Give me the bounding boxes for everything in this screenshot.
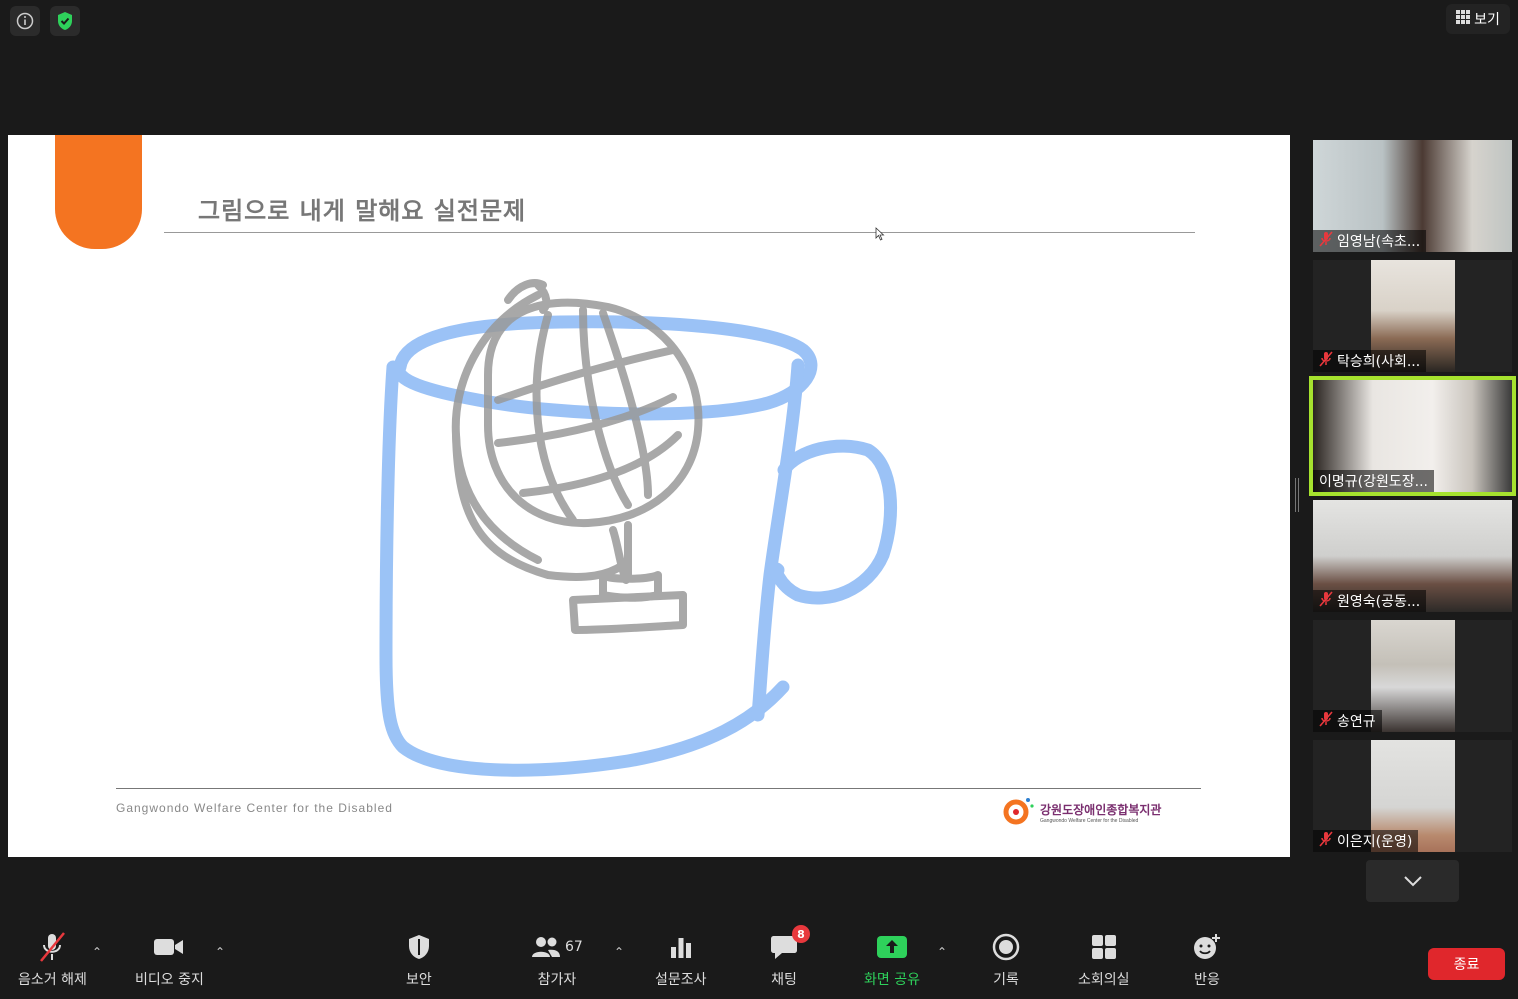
globe-drawing — [451, 279, 703, 634]
participant-name-bar: 이은지(운영) — [1313, 830, 1419, 852]
bar-chart-icon — [669, 931, 693, 963]
record-button[interactable]: 기록 — [992, 931, 1020, 989]
muted-mic-icon — [1319, 351, 1333, 371]
breakout-rooms-button[interactable]: 소회의실 — [1078, 931, 1130, 989]
breakout-rooms-icon — [1091, 931, 1117, 963]
polls-label: 설문조사 — [655, 972, 707, 988]
video-options-caret-icon[interactable]: ⌃ — [215, 945, 225, 959]
unmute-button[interactable]: 음소거 해제 — [18, 931, 87, 989]
participants-scroll-down-button[interactable] — [1366, 860, 1459, 902]
annotation-drawing — [379, 279, 897, 777]
share-screen-icon — [876, 931, 908, 963]
zoom-meeting-window: 보기 그림으로 내게 말해요 실전문제 Gangwondo Welfare Ce… — [0, 0, 1518, 999]
stop-video-button[interactable]: 비디오 중지 — [135, 931, 204, 989]
slide-footer-text: Gangwondo Welfare Center for the Disable… — [116, 801, 393, 815]
share-screen-button[interactable]: 화면 공유 — [864, 931, 920, 989]
participant-tile[interactable]: 이은지(운영) — [1313, 740, 1512, 852]
view-label: 보기 — [1474, 12, 1500, 28]
share-options-caret-icon[interactable]: ⌃ — [937, 945, 947, 959]
meeting-toolbar: 음소거 해제 ⌃ 비디오 중지 ⌃ 보안 67 참가자 ⌃ 설문조사 8 채팅 … — [0, 921, 1518, 999]
record-icon — [992, 931, 1020, 963]
participants-button[interactable]: 67 참가자 — [531, 931, 583, 989]
chat-button[interactable]: 8 채팅 — [770, 925, 810, 989]
welfare-center-logo: 강원도장애인종합복지관 Gangwondo Welfare Center for… — [1002, 795, 1161, 829]
slide-footer-divider — [116, 788, 1201, 789]
logo-mark-icon — [1002, 795, 1036, 829]
smiley-add-icon — [1192, 931, 1222, 963]
participants-count: 67 — [565, 939, 583, 955]
unmute-label: 음소거 해제 — [18, 972, 87, 988]
chevron-down-icon — [1403, 872, 1423, 891]
participant-tile[interactable]: 임영남(속초... — [1313, 140, 1512, 252]
record-label: 기록 — [993, 972, 1019, 988]
audio-options-caret-icon[interactable]: ⌃ — [92, 945, 102, 959]
logo-subtext: Gangwondo Welfare Center for the Disable… — [1040, 817, 1139, 824]
share-screen-label: 화면 공유 — [864, 972, 920, 988]
polls-button[interactable]: 설문조사 — [655, 931, 707, 989]
video-camera-icon — [153, 931, 185, 963]
participant-video — [1371, 620, 1455, 732]
participant-tile-active-speaker[interactable]: 이명규(강원도장... — [1309, 376, 1516, 496]
participant-tile[interactable]: 원영숙(공동... — [1313, 500, 1512, 612]
muted-mic-icon — [1319, 591, 1333, 611]
participant-tile[interactable]: 탁승희(사회... — [1313, 260, 1512, 372]
muted-mic-icon — [1319, 231, 1333, 251]
security-shield-icon — [407, 931, 431, 963]
participant-name: 임영남(속초... — [1337, 234, 1421, 250]
stop-video-label: 비디오 중지 — [135, 972, 204, 988]
mouse-cursor-icon — [875, 227, 885, 241]
reactions-button[interactable]: 반응 — [1192, 931, 1222, 989]
participant-name: 탁승희(사회... — [1337, 354, 1421, 370]
breakout-rooms-label: 소회의실 — [1078, 972, 1130, 988]
security-label: 보안 — [406, 972, 432, 988]
chat-label: 채팅 — [771, 972, 797, 988]
view-mode-button[interactable]: 보기 — [1446, 4, 1510, 34]
security-button[interactable]: 보안 — [406, 931, 432, 989]
info-icon[interactable] — [10, 6, 40, 36]
chat-bubble-icon: 8 — [770, 925, 810, 963]
encryption-shield-icon[interactable] — [50, 6, 80, 36]
reactions-label: 반응 — [1194, 972, 1220, 988]
participant-name-bar: 이명규(강원도장... — [1313, 470, 1434, 492]
participant-tile[interactable]: 송연규 — [1313, 620, 1512, 732]
participant-name-bar: 송연규 — [1313, 710, 1382, 732]
grid-icon — [1456, 10, 1471, 28]
muted-microphone-icon — [37, 931, 67, 963]
participant-name: 이은지(운영) — [1337, 834, 1413, 850]
end-meeting-button[interactable]: 종료 — [1428, 948, 1505, 980]
participant-name: 이명규(강원도장... — [1319, 474, 1428, 490]
participant-name: 송연규 — [1337, 714, 1376, 730]
participants-label: 참가자 — [537, 972, 577, 988]
participant-name-bar: 임영남(속초... — [1313, 230, 1427, 252]
participant-name: 원영숙(공동... — [1337, 594, 1421, 610]
participant-name-bar: 탁승희(사회... — [1313, 350, 1427, 372]
muted-mic-icon — [1319, 711, 1333, 731]
shared-screen-slide: 그림으로 내게 말해요 실전문제 Gangwondo Welfare Cente… — [8, 135, 1290, 857]
panel-resize-handle[interactable] — [1295, 478, 1299, 512]
chat-unread-badge: 8 — [792, 925, 810, 943]
participant-name-bar: 원영숙(공동... — [1313, 590, 1427, 612]
logo-text: 강원도장애인종합복지관 — [1040, 802, 1162, 817]
muted-mic-icon — [1319, 831, 1333, 851]
participants-icon: 67 — [531, 931, 583, 963]
participants-options-caret-icon[interactable]: ⌃ — [614, 945, 624, 959]
